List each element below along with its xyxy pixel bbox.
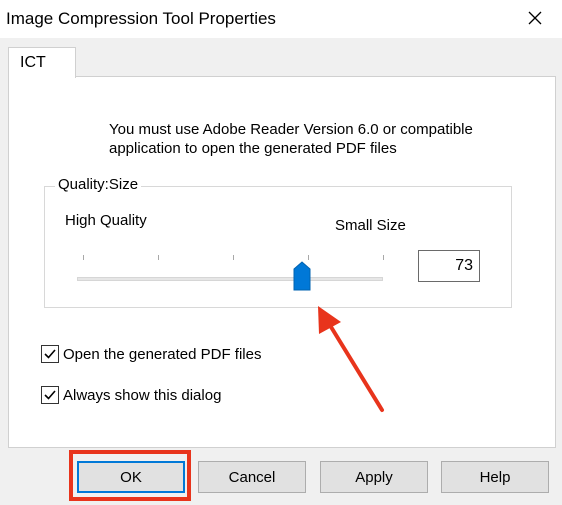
help-button[interactable]: Help	[441, 461, 549, 493]
small-size-label: Small Size	[335, 217, 406, 234]
quality-value-field[interactable]: 73	[418, 250, 480, 282]
dialog-window: Image Compression Tool Properties ICT Yo…	[0, 0, 562, 505]
tab-panel: You must use Adobe Reader Version 6.0 or…	[8, 76, 556, 448]
ok-button[interactable]: OK	[77, 461, 185, 493]
slider-tick	[83, 255, 84, 260]
slider-thumb[interactable]	[292, 261, 312, 291]
group-title: Quality:Size	[55, 176, 142, 193]
info-line-1: You must use Adobe Reader Version 6.0 or…	[109, 121, 473, 138]
slider-tick	[383, 255, 384, 260]
open-pdf-label: Open the generated PDF files	[63, 345, 262, 363]
apply-button[interactable]: Apply	[320, 461, 428, 493]
slider-tick	[308, 255, 309, 260]
checkmark-icon	[44, 390, 56, 400]
close-button[interactable]	[512, 0, 558, 36]
window-title: Image Compression Tool Properties	[6, 9, 276, 28]
slider-track	[77, 277, 383, 281]
quality-size-group: Quality:Size High Quality Small Size 73	[44, 176, 512, 308]
open-pdf-checkbox[interactable]: Open the generated PDF files	[41, 345, 261, 363]
slider-tick	[233, 255, 234, 260]
quality-slider[interactable]	[75, 249, 387, 295]
always-show-checkbox[interactable]: Always show this dialog	[41, 386, 221, 404]
info-line-2: application to open the generated PDF fi…	[109, 140, 397, 157]
slider-tick	[158, 255, 159, 260]
info-text: You must use Adobe Reader Version 6.0 or…	[109, 120, 529, 158]
tab-ict[interactable]: ICT	[8, 47, 76, 78]
cancel-button[interactable]: Cancel	[198, 461, 306, 493]
checkmark-icon	[44, 349, 56, 359]
checkbox-box[interactable]	[41, 386, 59, 404]
tab-label: ICT	[20, 54, 46, 71]
checkbox-box[interactable]	[41, 345, 59, 363]
high-quality-label: High Quality	[65, 212, 147, 229]
close-icon	[528, 11, 542, 25]
always-show-label: Always show this dialog	[63, 386, 222, 404]
title-bar: Image Compression Tool Properties	[0, 0, 562, 38]
